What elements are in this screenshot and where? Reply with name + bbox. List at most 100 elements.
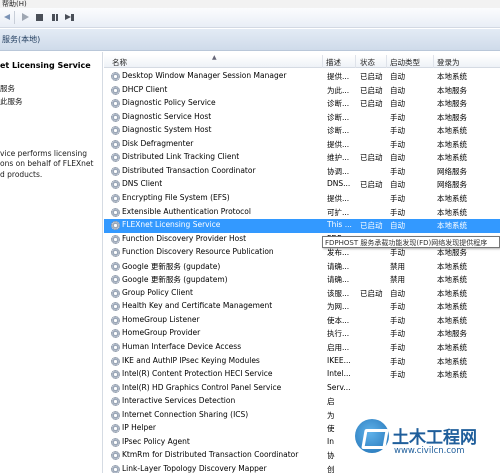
service-gear-icon — [111, 451, 120, 461]
column-divider[interactable] — [355, 55, 356, 68]
toolbar-separator — [14, 11, 15, 24]
service-logon-as: 本地服务 — [437, 329, 467, 339]
column-divider[interactable] — [322, 55, 323, 68]
column-divider[interactable] — [433, 55, 434, 68]
service-description: 请确... — [327, 261, 350, 271]
civilcn-logo-icon — [355, 419, 389, 453]
service-name: Distributed Link Tracking Client — [122, 152, 240, 162]
stop-service-icon[interactable] — [34, 12, 45, 23]
back-arrow-icon[interactable] — [2, 12, 13, 23]
column-name[interactable]: 名称 — [112, 57, 127, 68]
service-description: 可扩... — [327, 207, 350, 217]
service-description: 提供... — [327, 72, 350, 81]
service-logon-as: 本地系统 — [437, 139, 467, 149]
service-startup-type: 手动 — [390, 343, 405, 352]
service-row[interactable]: Encrypting File System (EFS) 提供... 手动 本地系统 — [104, 192, 500, 206]
service-row[interactable]: DHCP Client 为此... 已启动 自动 本地服务 — [104, 84, 500, 98]
service-startup-type: 禁用 — [390, 275, 405, 285]
service-row[interactable]: Extensible Authentication Protocol 可扩... 手… — [104, 206, 500, 220]
service-gear-icon — [111, 437, 120, 447]
service-row[interactable]: HomeGroup Provider 执行... 手动 本地服务 — [104, 327, 500, 341]
services-list: ▲ 名称 描述 状态 启动类型 登录为 Desktop Window Manag… — [104, 52, 500, 473]
restart-service-link[interactable]: 此服务 — [0, 96, 23, 107]
column-startup-type[interactable]: 启动类型 — [390, 57, 420, 68]
start-service-icon[interactable] — [19, 12, 30, 23]
service-status: 已启动 — [360, 85, 383, 95]
service-gear-icon — [111, 112, 120, 122]
service-row[interactable]: Function Discovery Resource Publication 发… — [104, 246, 500, 260]
service-row[interactable]: Human Interface Device Access 启用... 手动 本地系统 — [104, 341, 500, 355]
service-logon-as: 本地系统 — [437, 72, 467, 81]
service-row[interactable]: HomeGroup Listener 使本... 手动 本地系统 — [104, 314, 500, 328]
service-name: IKE and AuthIP IPsec Keying Modules — [122, 355, 260, 365]
service-row[interactable]: Diagnostic Policy Service 诊断... 已启动 自动 本地服务 — [104, 97, 500, 111]
service-description: This ... — [327, 220, 352, 230]
service-row[interactable]: DNS Client DNS... 已启动 自动 网络服务 — [104, 178, 500, 192]
column-description[interactable]: 描述 — [326, 57, 341, 68]
service-row[interactable]: Diagnostic Service Host 诊断... 手动 本地服务 — [104, 111, 500, 125]
console-title: 服务(本地) — [2, 35, 41, 44]
service-description: Intel... — [327, 369, 351, 379]
service-gear-icon — [111, 126, 120, 136]
column-divider[interactable] — [386, 55, 387, 68]
stop-service-link[interactable]: 服务 — [0, 83, 15, 94]
service-row-selected[interactable]: FLEXnet Licensing Service This ... 已启动 自动 本地… — [104, 219, 500, 233]
service-row[interactable]: Intel(R) HD Graphics Control Panel Servi… — [104, 382, 500, 396]
service-gear-icon — [111, 166, 120, 176]
console-header: 服务(本地) — [0, 29, 500, 51]
service-row[interactable]: Distributed Link Tracking Client 维护... 已启动… — [104, 151, 500, 165]
service-row[interactable]: Distributed Transaction Coordinator 协调...… — [104, 165, 500, 179]
menu-bar: 帮助(H) — [0, 0, 500, 8]
service-gear-icon — [111, 329, 120, 339]
service-startup-type: 自动 — [390, 72, 405, 81]
service-startup-type: 手动 — [390, 329, 405, 339]
service-name: HomeGroup Provider — [122, 328, 201, 338]
description-tooltip: FDPHOST 服务承载功能发现(FD)网络发现提供程序 — [322, 236, 500, 248]
column-logon-as[interactable]: 登录为 — [437, 57, 460, 68]
service-row[interactable]: Desktop Window Manager Session Manager 提供… — [104, 70, 500, 84]
service-startup-type: 手动 — [390, 248, 405, 258]
column-status[interactable]: 状态 — [360, 57, 375, 68]
site-watermark: 土木工程网 www.civilcn.com — [350, 415, 500, 471]
service-gear-icon — [111, 410, 120, 420]
service-logon-as: 本地服务 — [437, 248, 467, 258]
service-description: 请确... — [327, 275, 350, 285]
watermark-url: www.civilcn.com — [394, 446, 465, 456]
service-logon-as: 本地系统 — [437, 193, 467, 203]
service-gear-icon — [111, 207, 120, 217]
service-description: 提供... — [327, 193, 350, 203]
service-row[interactable]: Intel(R) Content Protection HECI Service… — [104, 368, 500, 382]
service-row[interactable]: Group Policy Client 该服... 已启动 自动 本地系统 — [104, 287, 500, 301]
service-gear-icon — [111, 248, 120, 258]
service-row[interactable]: Google 更新服务 (gupdate) 请确... 禁用 本地系统 — [104, 260, 500, 274]
service-name: Desktop Window Manager Session Manager — [122, 71, 287, 80]
restart-service-icon[interactable] — [64, 12, 75, 23]
service-startup-type: 禁用 — [390, 261, 405, 271]
service-logon-as: 本地系统 — [437, 126, 467, 136]
service-row[interactable]: Interactive Services Detection 启 — [104, 395, 500, 409]
service-startup-type: 手动 — [390, 302, 405, 312]
service-row[interactable]: Diagnostic System Host 诊断... 手动 本地系统 — [104, 124, 500, 138]
service-description: 诊断... — [327, 99, 350, 109]
service-startup-type: 手动 — [390, 315, 405, 325]
service-name: Internet Connection Sharing (ICS) — [122, 409, 249, 419]
service-row[interactable]: Disk Defragmenter 提供... 手动 本地系统 — [104, 138, 500, 152]
toolbar — [0, 8, 500, 28]
service-logon-as: 本地系统 — [437, 221, 467, 231]
service-description: 启用... — [327, 343, 350, 352]
service-logon-as: 本地服务 — [437, 99, 467, 109]
service-gear-icon — [111, 99, 120, 109]
service-status: 已启动 — [360, 180, 383, 190]
description-line-2: ons on behalf of FLEXnet — [0, 159, 94, 168]
service-row[interactable]: Health Key and Certificate Management 为网.… — [104, 300, 500, 314]
service-name: KtmRm for Distributed Transaction Coordi… — [122, 450, 299, 460]
service-status: 已启动 — [360, 221, 383, 231]
service-startup-type: 手动 — [390, 370, 405, 380]
pause-service-icon[interactable] — [49, 12, 60, 23]
service-status: 已启动 — [360, 72, 383, 81]
service-row[interactable]: Google 更新服务 (gupdatem) 请确... 禁用 本地系统 — [104, 273, 500, 287]
service-row[interactable]: IKE and AuthIP IPsec Keying Modules IKEE.… — [104, 355, 500, 369]
service-name: Extensible Authentication Protocol — [122, 206, 251, 216]
service-name: IP Helper — [122, 423, 156, 433]
service-description: 发布... — [327, 248, 350, 258]
